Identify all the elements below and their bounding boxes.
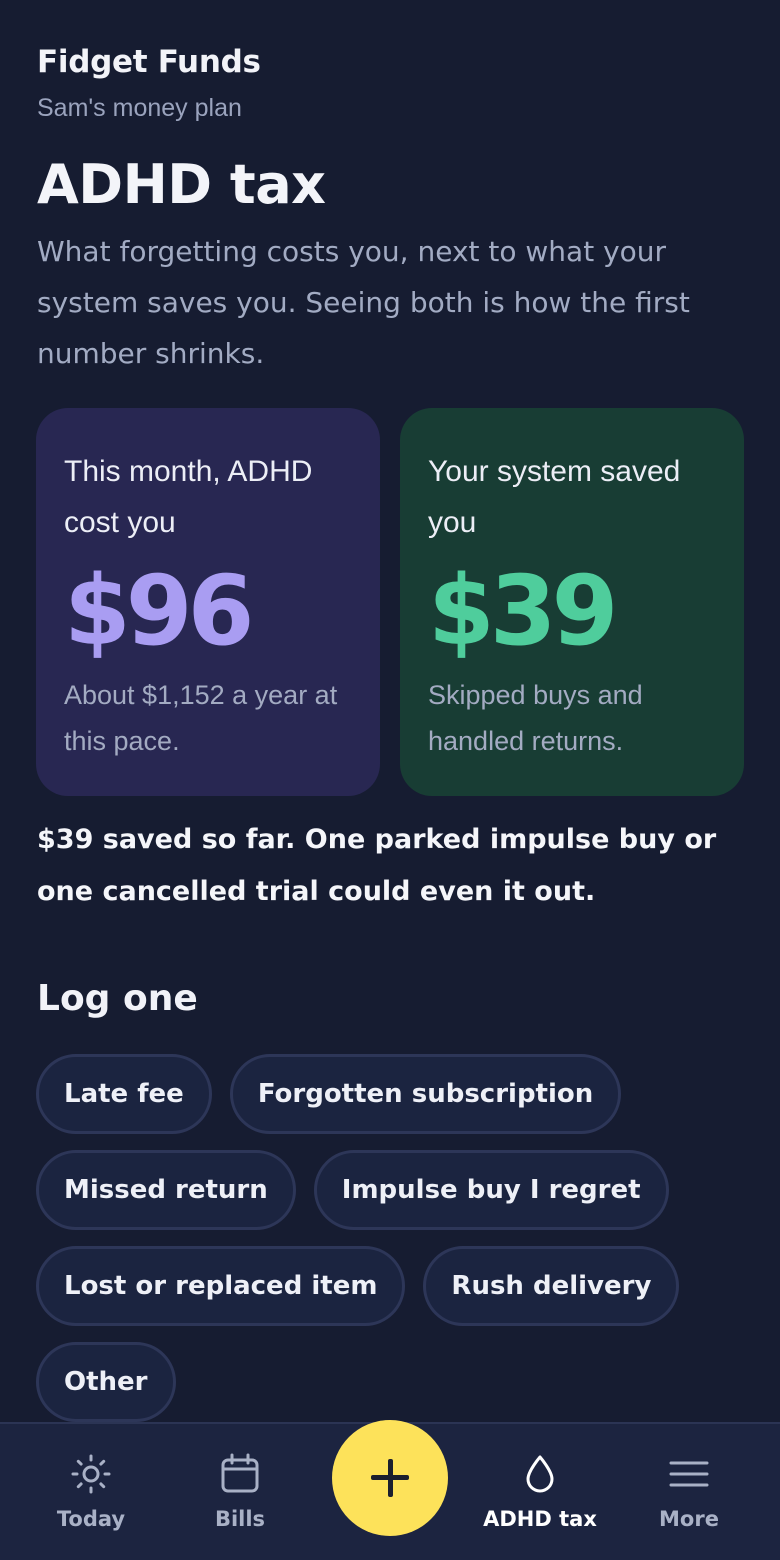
chip-late-fee[interactable]: Late fee xyxy=(36,1054,212,1134)
log-options: Late fee Forgotten subscription Missed r… xyxy=(36,1054,746,1422)
summary-message: $39 saved so far. One parked impulse buy… xyxy=(37,824,717,907)
app-header: Fidget Funds Sam's money plan xyxy=(37,40,737,125)
menu-icon xyxy=(667,1452,711,1496)
cost-amount: $96 xyxy=(64,555,254,667)
chip-forgotten-subscription[interactable]: Forgotten subscription xyxy=(229,1054,622,1134)
nav-item-today[interactable]: Today xyxy=(31,1424,151,1560)
chip-other[interactable]: Other xyxy=(36,1342,176,1422)
cost-card-note: About $1,152 a year at this pace. xyxy=(64,680,338,756)
chip-impulse-buy[interactable]: Impulse buy I regret xyxy=(313,1150,669,1230)
page-description: What forgetting costs you, next to what … xyxy=(37,235,690,370)
nav-item-bills[interactable]: Bills xyxy=(180,1424,300,1560)
log-section-title: Log one xyxy=(37,978,198,1019)
saved-card-note: Skipped buys and handled returns. xyxy=(428,680,643,756)
saved-amount: $39 xyxy=(428,555,618,667)
nav-item-more[interactable]: More xyxy=(629,1424,749,1560)
nav-label-adhd-tax: ADHD tax xyxy=(483,1507,597,1531)
app-subtitle: Sam's money plan xyxy=(37,94,242,122)
cost-card-label: This month, ADHD cost you xyxy=(64,455,313,539)
nav-label-bills: Bills xyxy=(214,1507,266,1531)
system-saved-card: Your system saved you $39 Skipped buys a… xyxy=(400,408,744,796)
nav-label-today: Today xyxy=(56,1507,126,1531)
sun-icon xyxy=(69,1452,113,1496)
saved-card-label: Your system saved you xyxy=(428,455,681,539)
adhd-cost-card: This month, ADHD cost you $96 About $1,1… xyxy=(36,408,380,796)
drop-icon xyxy=(518,1452,562,1496)
chip-missed-return[interactable]: Missed return xyxy=(36,1150,296,1230)
page-title: ADHD tax xyxy=(37,153,326,216)
chip-rush-delivery[interactable]: Rush delivery xyxy=(423,1246,680,1326)
nav-label-more: More xyxy=(659,1507,719,1531)
add-entry-button[interactable] xyxy=(332,1420,448,1536)
calendar-icon xyxy=(218,1452,262,1496)
chip-lost-or-replaced-item[interactable]: Lost or replaced item xyxy=(36,1246,406,1326)
nav-item-adhd-tax[interactable]: ADHD tax xyxy=(480,1424,600,1560)
app-title: Fidget Funds xyxy=(37,44,261,80)
